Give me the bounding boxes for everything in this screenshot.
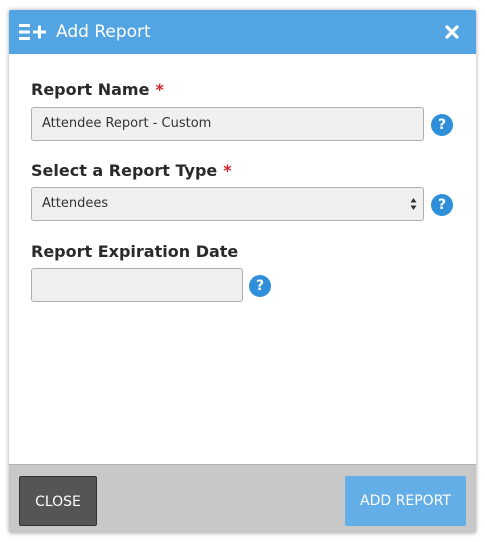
report-name-label-text: Report Name — [31, 80, 150, 99]
add-report-dialog: Add Report Report Name * Attendee Report … — [9, 10, 476, 533]
add-report-button[interactable]: ADD REPORT — [345, 476, 466, 526]
report-name-label: Report Name * — [31, 80, 164, 99]
dialog-footer: CLOSE ADD REPORT — [9, 464, 476, 533]
select-arrows-icon — [410, 198, 417, 210]
help-icon[interactable]: ? — [249, 275, 271, 297]
dialog-title: Add Report — [56, 22, 151, 42]
report-type-label: Select a Report Type * — [31, 161, 232, 180]
report-type-label-text: Select a Report Type — [31, 161, 218, 180]
report-name-input[interactable]: Attendee Report - Custom — [31, 107, 424, 141]
required-marker: * — [223, 161, 232, 180]
report-type-value: Attendees — [42, 196, 109, 211]
dialog-header: Add Report — [9, 10, 476, 54]
close-icon[interactable] — [445, 25, 459, 39]
help-icon[interactable]: ? — [431, 114, 453, 136]
expiration-date-label: Report Expiration Date — [31, 242, 239, 261]
report-type-select[interactable]: Attendees — [31, 187, 424, 221]
help-icon[interactable]: ? — [431, 194, 453, 216]
expiration-date-input[interactable] — [31, 268, 243, 302]
list-add-icon — [19, 24, 46, 40]
required-marker: * — [155, 80, 164, 99]
close-button[interactable]: CLOSE — [19, 476, 97, 526]
